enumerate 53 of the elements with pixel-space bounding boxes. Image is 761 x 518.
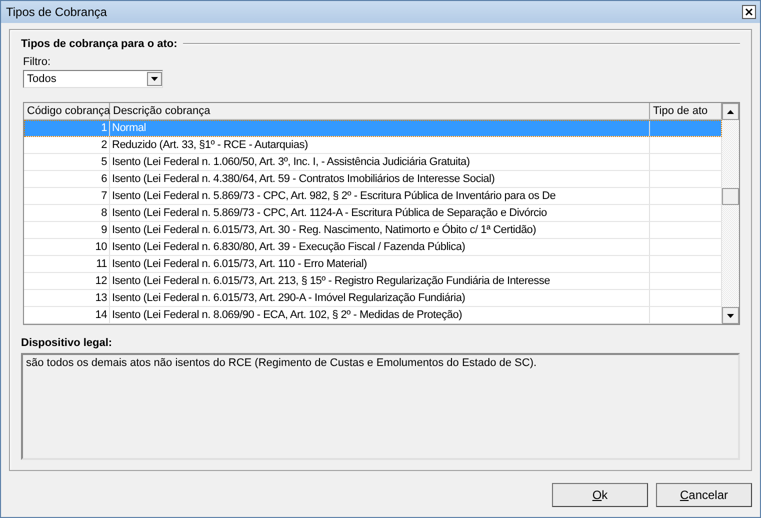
table-cell: Isento (Lei Federal n. 5.869/73 - CPC, Art. 982, § 2º - Escritura Pública de Inventário para os De [110, 188, 650, 204]
table-cell: Isento (Lei Federal n. 6.015/73, Art. 30 - Reg. Nascimento, Natimorto e Óbito c/ 1ª Certidão) [110, 222, 650, 238]
caret-icon [147, 72, 162, 86]
filter-label: Filtro: [23, 56, 52, 68]
table-cell: 5 [24, 154, 110, 170]
table-row[interactable]: 10 Isento (Lei Federal n. 6.830/80, Art. 39 - Execução Fiscal / Fazenda Pública) [24, 239, 722, 256]
table-cell: 14 [24, 307, 110, 323]
scrollbar[interactable] [722, 103, 739, 324]
table-row[interactable]: 13 Isento (Lei Federal n. 6.015/73, Art. 290-A - Imóvel Regularização Fundiária) [24, 290, 722, 307]
table-cell: Isento (Lei Federal n. 1.060/50, Art. 3º, Inc. I, - Assistência Judiciária Gratuita) [110, 154, 650, 170]
table-cell: 1 [24, 120, 110, 136]
filter-dropdown[interactable]: Todos [23, 70, 163, 88]
table-cell: 12 [24, 273, 110, 289]
table-row[interactable]: 5 Isento (Lei Federal n. 1.060/50, Art. 3º, Inc. I, - Assistência Judiciária Gratuita) [24, 154, 722, 171]
table-cell: 8 [24, 205, 110, 221]
table-cell: Isento (Lei Federal n. 6.015/73, Art. 290-A - Imóvel Regularização Fundiária) [110, 290, 650, 306]
group-title: Tipos de cobrança para o ato: [21, 38, 178, 50]
table-row[interactable]: 9 Isento (Lei Federal n. 6.015/73, Art. 30 - Reg. Nascimento, Natimorto e Óbito c/ 1ª Certidão) [24, 222, 722, 239]
close-icon [745, 8, 753, 16]
window-title: Tipos de Cobrança [6, 5, 107, 19]
table-cell: Isento (Lei Federal n. 6.830/80, Art. 39 - Execução Fiscal / Fazenda Pública) [110, 239, 650, 255]
table-row[interactable]: 2 Reduzido (Art. 33, §1º - RCE - Autarquias) [24, 137, 722, 154]
table-cell: Isento (Lei Federal n. 5.869/73 - CPC, Art. 1124-A - Escritura Pública de Separação e Divórcio [110, 205, 650, 221]
table-row[interactable]: 14 Isento (Lei Federal n. 8.069/90 - ECA, Art. 102, § 2º - Medidas de Proteção) [24, 307, 722, 324]
legal-label: Dispositivo legal: [21, 337, 114, 349]
table-cell: Isento (Lei Federal n. 6.015/73, Art. 110 - Erro Material) [110, 256, 650, 272]
table-row[interactable]: 8 Isento (Lei Federal n. 5.869/73 - CPC, Art. 1124-A - Escritura Pública de Separação e Divórcio [24, 205, 722, 222]
scroll-thumb[interactable] [722, 188, 739, 205]
table-cell: 6 [24, 171, 110, 187]
table-cell: Isento (Lei Federal n. 4.380/64, Art. 59 - Contratos Imobiliários de Interesse Social) [110, 171, 650, 187]
table-cell: Reduzido (Art. 33, §1º - RCE - Autarquias) [110, 137, 650, 153]
scroll-down-icon[interactable] [722, 307, 739, 324]
column-header[interactable]: Descrição cobrança [110, 103, 650, 119]
legal-text-box[interactable]: são todos os demais atos não isentos do RCE (Regimento de Custas e Emolumentos do Estado de SC). [21, 353, 740, 460]
legal-text: são todos os demais atos não isentos do RCE (Regimento de Custas e Emolumentos do Estado de SC). [26, 357, 537, 369]
table-row[interactable]: 6 Isento (Lei Federal n. 4.380/64, Art. 59 - Contratos Imobiliários de Interesse Social) [24, 171, 722, 188]
table-cell: 2 [24, 137, 110, 153]
scroll-up-icon[interactable] [722, 103, 739, 120]
column-header[interactable]: Código cobrança [24, 103, 110, 119]
table-cell: Isento (Lei Federal n. 8.069/90 - ECA, Art. 102, § 2º - Medidas de Proteção) [110, 307, 650, 323]
ok-button[interactable]: Ok [552, 483, 648, 507]
table-cell: 9 [24, 222, 110, 238]
cancel-button[interactable]: Cancelar [656, 483, 752, 507]
table-cell: 10 [24, 239, 110, 255]
table-cell: 11 [24, 256, 110, 272]
table-cell: Isento (Lei Federal n. 6.015/73, Art. 213, § 15º - Registro Regularização Fundiária de Interesse [110, 273, 650, 289]
table-row[interactable]: 12 Isento (Lei Federal n. 6.015/73, Art. 213, § 15º - Registro Regularização Fundiária de Interesse [24, 273, 722, 290]
table-cell: Normal [110, 120, 650, 136]
table-row[interactable]: 7 Isento (Lei Federal n. 5.869/73 - CPC, Art. 982, § 2º - Escritura Pública de Inventário para os De [24, 188, 722, 205]
close-button[interactable] [742, 5, 756, 19]
table-cell: 7 [24, 188, 110, 204]
table-row[interactable]: 11 Isento (Lei Federal n. 6.015/73, Art. 110 - Erro Material) [24, 256, 722, 273]
table-cell: 13 [24, 290, 110, 306]
